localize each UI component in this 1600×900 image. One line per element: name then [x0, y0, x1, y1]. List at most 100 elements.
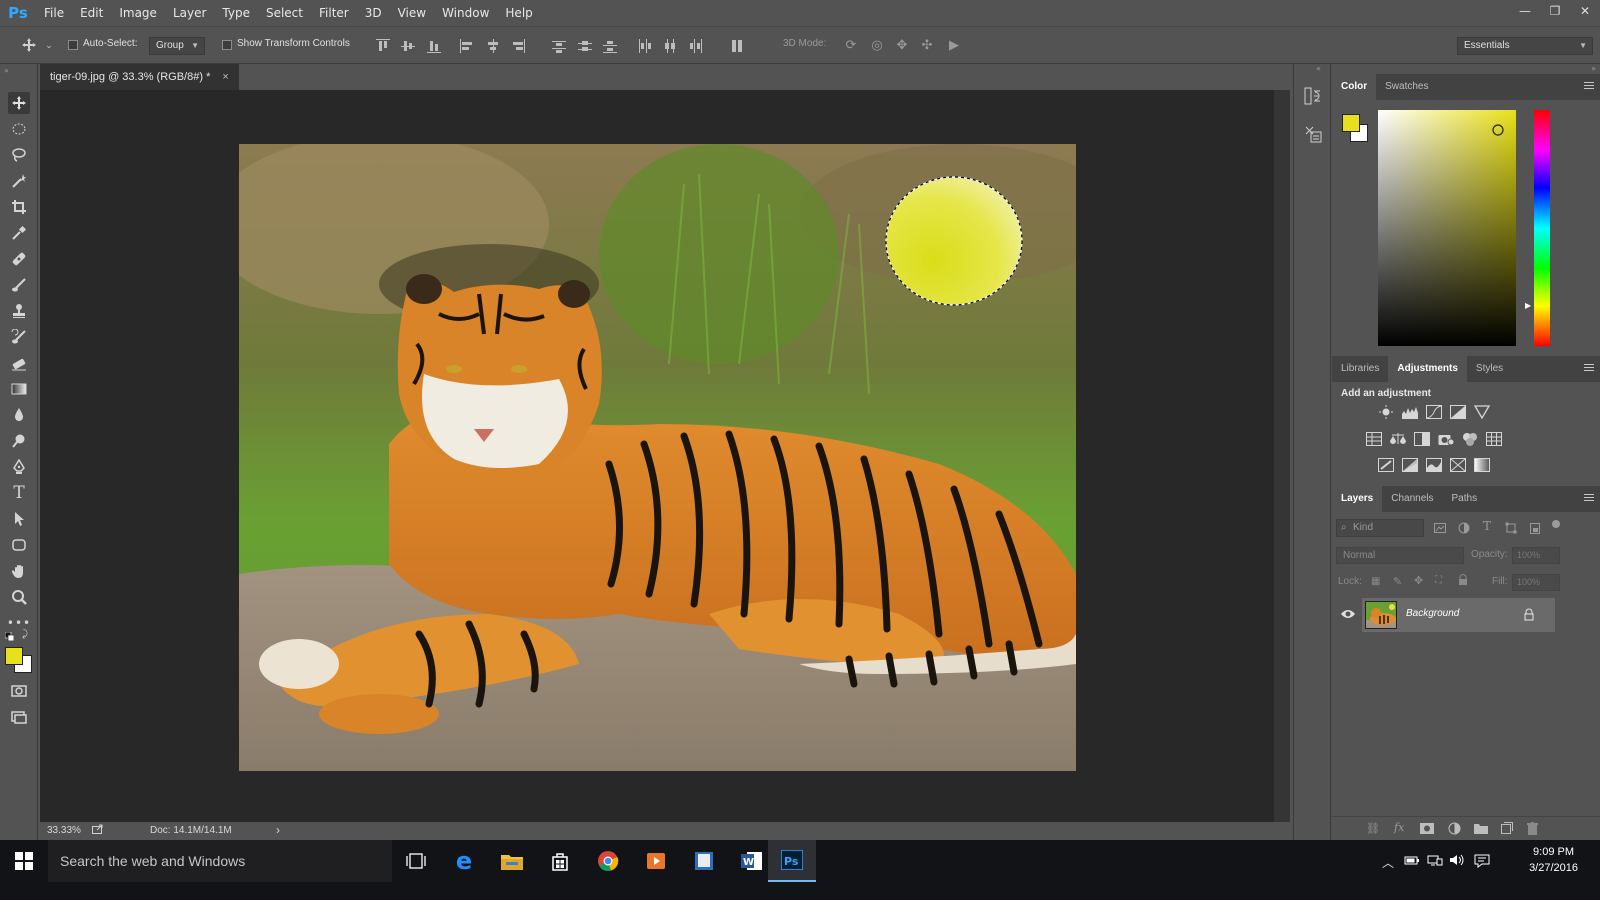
panel-menu-icon[interactable] [1584, 364, 1594, 372]
color-balance-icon[interactable] [1390, 432, 1406, 446]
close-button[interactable]: ✕ [1570, 0, 1600, 22]
move-tool-preset-icon[interactable] [20, 37, 38, 55]
menu-3d[interactable]: 3D [357, 0, 390, 26]
tab-adjustments[interactable]: Adjustments [1388, 356, 1467, 382]
roll-3d-icon[interactable]: ◎ [868, 37, 886, 55]
tab-layers[interactable]: Layers [1332, 486, 1383, 512]
layer-filter-dropdown[interactable]: ⌕ Kind [1336, 519, 1424, 537]
new-adjustment-layer-icon[interactable] [1448, 822, 1461, 835]
add-mask-icon[interactable] [1420, 823, 1434, 834]
distribute-vcenter-icon[interactable] [578, 39, 592, 53]
distribute-hcenter-icon[interactable] [663, 39, 677, 53]
menu-select[interactable]: Select [258, 0, 311, 26]
layer-visibility-eye-icon[interactable] [1340, 608, 1356, 620]
distribute-bottom-icon[interactable] [603, 39, 617, 53]
zoom-level[interactable]: 33.33% [47, 825, 81, 836]
hand-tool-icon[interactable] [8, 560, 30, 582]
panel-menu-icon[interactable] [1584, 494, 1594, 502]
tab-paths[interactable]: Paths [1443, 486, 1487, 512]
taskbar-clock[interactable]: 9:09 PM 3/27/2016 [1529, 844, 1578, 876]
clone-stamp-tool-icon[interactable] [8, 300, 30, 322]
delete-layer-icon[interactable] [1527, 822, 1538, 835]
foreground-color-swatch[interactable] [5, 647, 23, 665]
auto-select-dropdown[interactable]: Group ▼ [149, 37, 205, 55]
file-explorer-icon[interactable] [488, 840, 536, 882]
dodge-tool-icon[interactable] [8, 430, 30, 452]
store-icon[interactable] [536, 840, 584, 882]
filter-adjustment-icon[interactable] [1458, 522, 1470, 534]
slide-3d-icon[interactable]: ✣ [918, 37, 936, 55]
tab-libraries[interactable]: Libraries [1332, 356, 1388, 382]
fill-field[interactable]: 100% [1512, 574, 1560, 591]
color-lookup-icon[interactable] [1486, 432, 1502, 446]
menu-help[interactable]: Help [497, 0, 540, 26]
chrome-icon[interactable] [584, 840, 632, 882]
lock-all-icon[interactable] [1458, 574, 1468, 586]
posterize-icon[interactable] [1402, 458, 1418, 472]
orbit-3d-icon[interactable]: ⟳ [842, 37, 860, 55]
menu-edit[interactable]: Edit [72, 0, 111, 26]
hue-slider[interactable] [1534, 110, 1550, 346]
layer-style-icon[interactable]: fx [1394, 821, 1404, 834]
marquee-tool-icon[interactable] [8, 118, 30, 140]
align-hcenter-icon[interactable] [486, 39, 500, 53]
show-hidden-icons-icon[interactable]: ︿ [1382, 854, 1394, 871]
pen-tool-icon[interactable] [8, 456, 30, 478]
eraser-tool-icon[interactable] [8, 352, 30, 374]
menu-type[interactable]: Type [214, 0, 258, 26]
distribute-top-icon[interactable] [552, 39, 566, 53]
selective-color-icon[interactable] [1450, 458, 1466, 472]
photoshop-taskbar-icon[interactable]: Ps [768, 840, 816, 882]
pan-3d-icon[interactable]: ✥ [893, 37, 911, 55]
status-menu-arrow[interactable]: › [276, 823, 280, 837]
filter-smart-object-icon[interactable] [1529, 522, 1541, 534]
magic-wand-tool-icon[interactable] [8, 170, 30, 192]
channel-mixer-icon[interactable] [1462, 432, 1478, 446]
minimize-button[interactable]: — [1510, 0, 1540, 22]
history-brush-tool-icon[interactable] [8, 326, 30, 348]
transform-controls-checkbox[interactable] [222, 40, 232, 50]
zoom-tool-icon[interactable] [8, 586, 30, 608]
tab-channels[interactable]: Channels [1382, 486, 1442, 512]
menu-view[interactable]: View [390, 0, 434, 26]
align-vcenter-icon[interactable] [401, 39, 415, 53]
auto-align-icon[interactable] [731, 39, 745, 53]
vertical-scrollbar[interactable] [1274, 90, 1290, 822]
auto-select-checkbox[interactable] [68, 40, 78, 50]
share-icon[interactable] [92, 824, 104, 834]
swap-colors-icon[interactable]: ⤸ [22, 629, 28, 640]
screen-mode-icon[interactable] [8, 706, 30, 728]
black-white-icon[interactable] [1414, 432, 1430, 446]
menu-image[interactable]: Image [111, 0, 165, 26]
workspace-dropdown[interactable]: Essentials ▼ [1457, 37, 1593, 55]
eyedropper-tool-icon[interactable] [8, 222, 30, 244]
edge-browser-icon[interactable]: e [440, 840, 488, 882]
media-player-icon[interactable] [632, 840, 680, 882]
distribute-left-icon[interactable] [637, 39, 651, 53]
action-center-icon[interactable] [1474, 854, 1490, 871]
align-bottom-icon[interactable] [427, 39, 441, 53]
color-picker-field[interactable] [1378, 110, 1516, 346]
canvas[interactable] [40, 90, 1274, 822]
menu-window[interactable]: Window [434, 0, 497, 26]
crop-tool-icon[interactable] [8, 196, 30, 218]
lock-position-icon[interactable]: ✥ [1414, 574, 1423, 587]
chevron-down-icon[interactable]: ⌄ [40, 37, 58, 55]
new-layer-icon[interactable] [1501, 822, 1513, 834]
layer-name[interactable]: Background [1406, 608, 1459, 619]
shape-tool-icon[interactable] [8, 534, 30, 556]
collapse-toolbar-icon[interactable]: » [4, 66, 9, 75]
align-right-icon[interactable] [511, 39, 525, 53]
gradient-tool-icon[interactable] [8, 378, 30, 400]
invert-icon[interactable] [1378, 458, 1394, 472]
filter-shape-icon[interactable] [1505, 522, 1517, 534]
default-colors-icon[interactable] [4, 631, 15, 642]
blend-mode-dropdown[interactable]: Normal [1336, 547, 1464, 564]
brush-tool-icon[interactable] [8, 274, 30, 296]
filter-pixel-icon[interactable] [1434, 522, 1446, 534]
gradient-map-icon[interactable] [1474, 458, 1490, 472]
reader-app-icon[interactable] [680, 840, 728, 882]
levels-icon[interactable] [1402, 405, 1418, 419]
close-tab-icon[interactable]: × [222, 71, 228, 83]
panel-menu-icon[interactable] [1584, 82, 1594, 90]
